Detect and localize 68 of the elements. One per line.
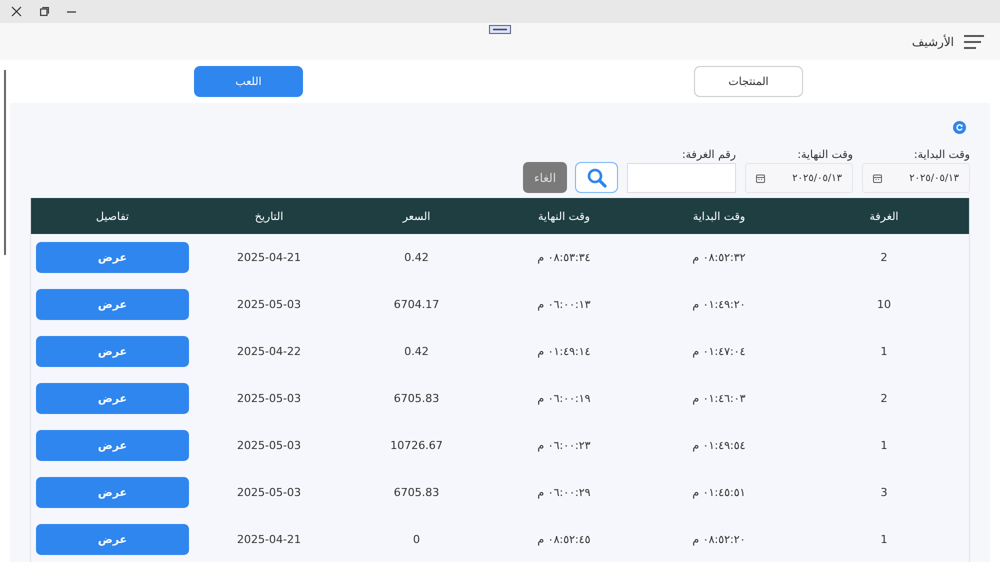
minimize-icon[interactable] [67,10,76,12]
tab[interactable]: المنتجات [694,66,803,97]
table-cell: 1 [880,345,888,358]
search-icon [586,168,606,188]
tab[interactable]: اللعب [194,66,303,97]
table-cell: ٠٨:٥٢:٤٥ م [537,533,591,546]
search-button[interactable] [575,162,618,193]
column-header: وقت النهاية [538,210,590,222]
table-cell: 3 [880,486,888,499]
date-field[interactable]: ٢٠٢٥/٠٥/١٣ [862,163,970,193]
date-field[interactable]: ٢٠٢٥/٠٥/١٣ [745,163,853,193]
view-button[interactable]: عرض [36,336,189,367]
column-header: التاريخ [254,210,284,222]
view-button[interactable]: عرض [36,242,189,273]
scrollbar[interactable] [4,70,6,255]
calendar-icon [873,174,882,182]
close-icon[interactable] [11,6,22,17]
table-cell: ٠٨:٥٢:٢٠ م [692,533,746,546]
table-cell: 2025-05-03 [237,392,301,405]
restore-icon[interactable] [40,7,49,16]
view-button[interactable]: عرض [36,430,189,461]
table-cell: 2025-04-22 [237,345,301,358]
column-header: السعر [402,210,430,222]
table-cell: ٠١:٤٥:٥١ م [692,486,746,499]
view-button[interactable]: عرض [36,477,189,508]
table-cell: ٠٦:٠٠:٢٩ م [537,486,591,499]
table-cell: 0 [413,533,420,546]
table-cell: 2025-04-21 [237,251,301,264]
drag-handle-icon[interactable] [489,25,511,34]
table-cell: 1 [880,439,888,452]
table-cell: 6705.83 [394,392,440,405]
table-cell: ٠١:٤٩:١٤ م [537,345,591,358]
field-label: وقت النهاية: [797,149,853,161]
field-label: رقم الغرفة: [682,149,736,161]
table-cell: 2025-05-03 [237,298,301,311]
refresh-icon[interactable] [953,121,966,134]
table-cell: 2025-05-03 [237,439,301,452]
column-header: تفاصيل [96,210,129,222]
table-cell: ٠٦:٠٠:١٣ م [537,298,591,311]
table-cell: ٠٨:٥٢:٣٢ م [692,251,746,264]
column-header: وقت البداية [692,210,746,222]
table-cell: 2 [880,392,888,405]
table-cell: ٠١:٤٩:٥٤ م [692,439,746,452]
view-button[interactable]: عرض [36,289,189,320]
view-button[interactable]: عرض [36,524,189,555]
table-cell: 6705.83 [394,486,440,499]
room-number-field[interactable] [627,163,736,193]
field-label: وقت البداية: [914,149,970,161]
column-header: الغرفة [870,210,898,222]
table-cell: 2 [880,251,888,264]
table-cell: ٠٦:٠٠:٢٣ م [537,439,591,452]
table-cell: ٠١:٤٦:٠٣ م [692,392,746,405]
table-cell: 0.42 [404,345,429,358]
table-cell: ٠٨:٥٣:٣٤ م [537,251,591,264]
view-button[interactable]: عرض [36,383,189,414]
table-cell: 1 [880,533,888,546]
table-cell: ٠١:٤٧:٠٤ م [692,345,746,358]
table-cell: 2025-04-21 [237,533,301,546]
table-cell: 10 [877,298,891,311]
table-cell: ٠٦:٠٠:١٩ م [537,392,591,405]
page-title: الأرشيف [912,34,954,48]
table-cell: 10726.67 [390,439,443,452]
table-cell: 2025-05-03 [237,486,301,499]
table-cell: 0.42 [404,251,429,264]
table-cell: ٠١:٤٩:٢٠ م [692,298,746,311]
menu-icon[interactable] [964,34,984,48]
table-cell: 6704.17 [394,298,440,311]
calendar-icon [756,174,765,182]
